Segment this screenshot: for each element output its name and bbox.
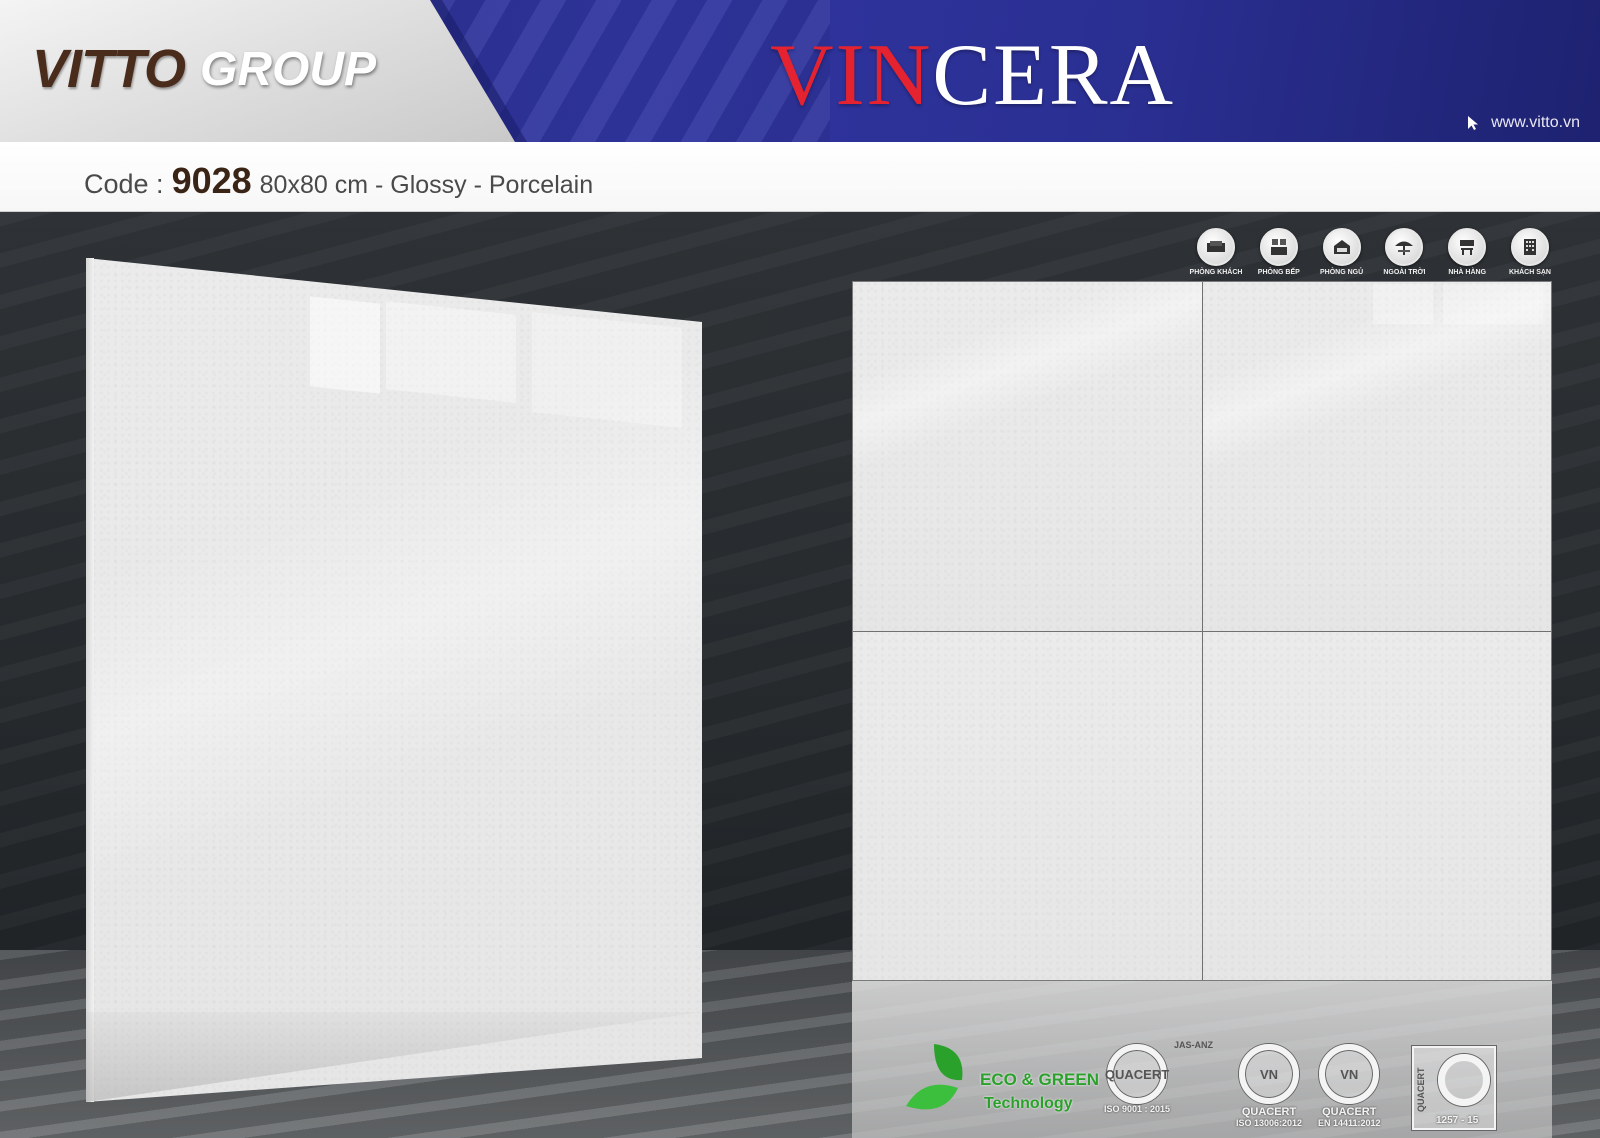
- cert-standard: ISO 9001 : 2015: [1104, 1104, 1171, 1114]
- cert-iso9001: QUACERT ISO 9001 : 2015: [1104, 1044, 1170, 1130]
- room-icon-bedroom: PHÒNG NGỦ: [1314, 228, 1370, 280]
- vn-seal-icon: VN: [1319, 1044, 1380, 1104]
- room-icon-living: PHÒNG KHÁCH: [1188, 228, 1244, 280]
- code-bar: Code : 9028 80x80 cm - Glossy - Porcelai…: [0, 142, 1600, 212]
- cert-name: QUACERT: [1241, 1106, 1297, 1118]
- room-icon-outdoor: NGOÀI TRỜI: [1376, 228, 1432, 280]
- room-icon-label: NHÀ HÀNG: [1448, 269, 1487, 276]
- quacert-q-box: QUACERT 1257 - 15: [1412, 1046, 1496, 1130]
- window-reflection: [1442, 284, 1543, 324]
- code-number: 9028: [171, 160, 252, 201]
- eco-line2: Technology: [984, 1095, 1073, 1112]
- room-icon-restaurant: NHÀ HÀNG: [1439, 228, 1495, 280]
- tile-gloss-shine: [1202, 282, 1551, 631]
- eco-green-text: ECO & GREEN Technology: [980, 1068, 1099, 1116]
- restaurant-icon: [1460, 240, 1475, 255]
- website-text[interactable]: www.vitto.vn: [1491, 114, 1580, 132]
- header-banner: VITTO GROUP VINCERA www.vitto.vn: [0, 0, 1600, 142]
- tile-gloss-shine: [853, 282, 1202, 631]
- product-code-line: Code : 9028 80x80 cm - Glossy - Porcelai…: [84, 160, 593, 202]
- eco-line1: ECO & GREEN: [980, 1070, 1100, 1089]
- vincera-brand: VINCERA: [770, 26, 1175, 126]
- cert-name: QUACERT: [1322, 1106, 1377, 1118]
- grid-tile: [853, 631, 1202, 980]
- room-icon-label: NGOÀI TRỜI: [1383, 269, 1426, 276]
- kitchen-icon: [1270, 239, 1287, 255]
- cert-en14411: VN QUACERT EN 14411:2012: [1318, 1044, 1381, 1130]
- jas-anz-label: JAS-ANZ: [1174, 1040, 1214, 1050]
- brand-white-part: CERA: [932, 27, 1176, 124]
- room-icon-label: KHÁCH SẠN: [1508, 269, 1551, 276]
- grid-tile: [1202, 282, 1551, 631]
- tile-grid-preview: [852, 281, 1552, 981]
- eco-leaf-icon: [906, 1044, 963, 1110]
- quacert-seal-icon: QUACERT: [1105, 1044, 1169, 1104]
- certification-strip: ECO & GREEN Technology JAS-ANZ QUACERT I…: [904, 1036, 1504, 1134]
- window-reflection: [310, 296, 380, 394]
- window-reflection: [1372, 284, 1433, 324]
- grid-tile: [1202, 631, 1551, 980]
- grid-tile: [853, 282, 1202, 631]
- cert-iso13006: VN QUACERT ISO 13006:2012: [1236, 1044, 1302, 1130]
- room-icon-hotel: KHÁCH SẠN: [1502, 228, 1558, 280]
- umbrella-icon: [1395, 241, 1414, 255]
- vitto-logo: VITTO: [32, 39, 186, 99]
- hotel-icon: [1523, 239, 1536, 255]
- window-reflection: [386, 301, 516, 403]
- cert-standard: EN 14411:2012: [1318, 1118, 1381, 1128]
- cert-name: QUACERT: [1416, 1067, 1426, 1113]
- room-icon-kitchen: PHÒNG BẾP: [1251, 228, 1307, 280]
- room-icon-label: PHÒNG KHÁCH: [1189, 269, 1243, 276]
- cert-standard: 1257 - 15: [1436, 1115, 1479, 1126]
- q-mark-icon: [1438, 1054, 1490, 1106]
- cursor-icon: [1468, 116, 1479, 130]
- product-description: 80x80 cm - Glossy - Porcelain: [259, 171, 594, 199]
- website-link[interactable]: www.vitto.vn: [1467, 114, 1580, 132]
- room-usage-icons: PHÒNG KHÁCH PHÒNG BẾP PHÒNG NGỦ NGOÀI TR…: [1188, 228, 1558, 280]
- brand-red-part: VIN: [770, 27, 933, 124]
- vn-seal-icon: VN: [1239, 1044, 1300, 1104]
- code-label: Code :: [84, 169, 164, 199]
- group-logo: GROUP: [200, 43, 377, 96]
- room-icon-label: PHÒNG BẾP: [1257, 269, 1300, 276]
- cert-standard: ISO 13006:2012: [1236, 1118, 1303, 1128]
- tile-edge: [86, 258, 94, 1102]
- sofa-icon: [1207, 241, 1225, 252]
- bed-icon: [1333, 240, 1350, 254]
- window-reflection: [532, 312, 682, 428]
- room-icon-label: PHÒNG NGỦ: [1320, 269, 1364, 276]
